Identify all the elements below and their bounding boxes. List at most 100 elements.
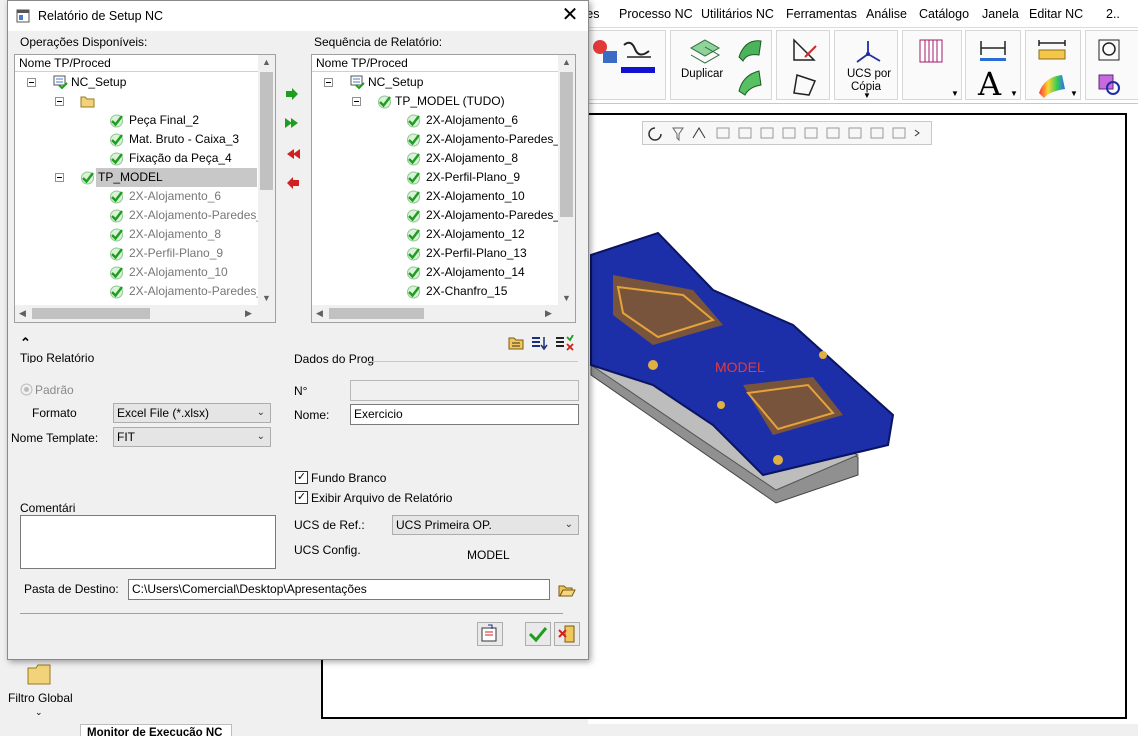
template-select[interactable]: FIT ⌄ — [113, 427, 271, 447]
hatch-icon[interactable] — [917, 37, 945, 65]
tree-item[interactable] — [15, 92, 259, 111]
chevron-down-icon[interactable]: ▼ — [1010, 89, 1018, 98]
available-operations-tree[interactable]: Nome TP/Proced NC_Setup Peça Final_2 Mat. … — [14, 54, 276, 323]
add-one-arrow-icon[interactable] — [285, 88, 299, 100]
vertical-scrollbar[interactable]: ▲ ▼ — [258, 55, 275, 307]
tree-item[interactable]: 2X-Alojamento_10 — [312, 187, 556, 206]
execution-monitor-tab[interactable]: Monitor de Execução NC — [80, 724, 232, 736]
remove-one-arrow-icon[interactable] — [286, 177, 300, 189]
collapse-toggle[interactable] — [55, 97, 64, 106]
standard-radio[interactable] — [20, 383, 33, 396]
tree-item[interactable]: 2X-Alojamento_12 — [312, 225, 556, 244]
chevron-down-icon[interactable]: ▼ — [951, 89, 959, 98]
tree-item[interactable]: 2X-Alojamento_14 — [312, 263, 556, 282]
open-folder-icon[interactable] — [558, 583, 576, 598]
collapse-toggle[interactable] — [55, 173, 64, 182]
tree-item[interactable]: 2X-Alojamento_10 — [15, 263, 259, 282]
zoom-box-icon[interactable] — [1096, 37, 1124, 63]
close-icon[interactable]: ✕ — [558, 3, 582, 27]
chevron-down-icon[interactable]: ⌄ — [35, 707, 43, 718]
surface-analysis-icon[interactable] — [1036, 71, 1068, 99]
add-all-arrow-icon[interactable] — [285, 117, 301, 129]
white-background-checkbox[interactable]: ✓ — [295, 471, 308, 484]
surface-green-icon[interactable] — [735, 35, 765, 63]
sweep-icon[interactable] — [621, 37, 655, 75]
tree-item[interactable]: 2X-Alojamento_8 — [312, 149, 556, 168]
tree-item[interactable]: Fixação da Peça_4 — [15, 149, 259, 168]
inspect-part-icon[interactable] — [1096, 71, 1124, 99]
tree-item[interactable]: 2X-Alojamento-Paredes_7 — [15, 206, 270, 225]
tree-item[interactable]: TP_MODEL — [15, 168, 259, 187]
cancel-button[interactable] — [554, 622, 580, 646]
menu-item-ferramentas[interactable]: Ferramentas — [786, 7, 857, 21]
surface-green2-icon[interactable] — [735, 67, 765, 97]
global-filter-label[interactable]: Filtro Global — [8, 691, 73, 705]
folder-tree-icon[interactable] — [508, 335, 526, 351]
tree-item[interactable]: NC_Setup — [312, 73, 556, 92]
tree-item[interactable]: 2X-Perfil-Plano_9 — [312, 168, 556, 187]
sort-down-icon[interactable] — [530, 335, 548, 351]
chevron-down-icon[interactable]: ▼ — [863, 91, 871, 100]
column-header[interactable]: Nome TP/Proced — [312, 55, 559, 72]
chevron-down-icon[interactable]: ▼ — [1070, 89, 1078, 98]
ucs-axes-icon[interactable] — [853, 37, 883, 67]
export-report-button[interactable] — [477, 622, 503, 646]
tree-item[interactable]: 2X-Alojamento_8 — [15, 225, 259, 244]
view-toolbar-icons[interactable] — [643, 122, 933, 144]
name-field[interactable]: Exercicio — [350, 404, 579, 425]
menu-item-processo-nc[interactable]: Processo NC — [619, 7, 693, 21]
tree-item[interactable]: Peça Final_2 — [15, 111, 259, 130]
remove-all-arrow-icon[interactable] — [285, 148, 301, 160]
duplicate-icon[interactable] — [689, 37, 721, 65]
text-icon[interactable]: A — [978, 65, 1001, 103]
ribbon-group-inspect — [1085, 30, 1138, 100]
column-header[interactable]: Nome TP/Proced — [15, 55, 259, 72]
collapse-toggle[interactable] — [324, 78, 333, 87]
destination-folder-field[interactable]: C:\Users\Comercial\Desktop\Apresentações — [128, 579, 550, 600]
comment-field[interactable] — [20, 515, 276, 569]
menu-item-catalogo[interactable]: Catálogo — [919, 7, 969, 21]
global-filter-icon[interactable] — [26, 662, 52, 686]
tree-item[interactable]: 2X-Perfil-Plano_13 — [312, 244, 556, 263]
tree-item[interactable]: 2X-Alojamento-Paredes_7 — [312, 130, 567, 149]
check-icon — [407, 285, 420, 299]
horizontal-scrollbar[interactable]: ◀ ▶ — [15, 305, 275, 322]
ucs-copy-label-1[interactable]: UCS por — [847, 68, 891, 80]
shapes-icon[interactable] — [591, 37, 621, 69]
ruler-pencil-icon[interactable] — [791, 37, 819, 63]
collapse-chevron-icon[interactable]: ⌃ — [20, 335, 31, 351]
horizontal-scrollbar[interactable]: ◀ ▶ — [312, 305, 575, 322]
check-icon — [110, 133, 123, 147]
ribbon-group-sketch — [776, 30, 830, 100]
menu-item-analise[interactable]: Análise — [866, 7, 907, 21]
tree-item[interactable]: 2X-Perfil-Plano_9 — [15, 244, 259, 263]
tree-item-label: 2X-Alojamento_12 — [426, 227, 525, 241]
number-field[interactable] — [350, 380, 579, 401]
clear-list-icon[interactable] — [554, 335, 574, 351]
ok-button[interactable] — [525, 622, 551, 646]
measure-icon[interactable] — [1036, 37, 1068, 63]
polyline-icon[interactable] — [791, 69, 819, 97]
menu-item-editar-nc[interactable]: Editar NC — [1029, 7, 1083, 21]
tree-item[interactable]: Mat. Bruto - Caixa_3 — [15, 130, 259, 149]
vertical-scrollbar[interactable]: ▲ ▼ — [558, 55, 575, 307]
ucs-ref-select[interactable]: UCS Primeira OP. ⌄ — [392, 515, 579, 535]
tree-item-label: Peça Final_2 — [129, 113, 200, 127]
tree-item[interactable]: 2X-Alojamento_6 — [312, 111, 556, 130]
menu-item-janela[interactable]: Janela — [982, 7, 1019, 21]
tree-item[interactable]: 2X-Chanfro_15 — [312, 282, 556, 301]
collapse-toggle[interactable] — [352, 97, 361, 106]
tree-item[interactable]: 2X-Alojamento-Paredes_11 — [312, 206, 573, 225]
menu-item-utilitarios-nc[interactable]: Utilitários NC — [701, 7, 774, 21]
tree-item[interactable]: 2X-Alojamento-Paredes_11 — [15, 282, 275, 301]
duplicate-label[interactable]: Duplicar — [681, 68, 723, 80]
tree-item[interactable]: NC_Setup — [15, 73, 259, 92]
dimension-icon[interactable] — [978, 37, 1008, 63]
format-select[interactable]: Excel File (*.xlsx) ⌄ — [113, 403, 271, 423]
menu-item-more[interactable]: 2.. — [1106, 7, 1120, 21]
collapse-toggle[interactable] — [27, 78, 36, 87]
report-sequence-tree[interactable]: Nome TP/Proced NC_Setup TP_MODEL (TUDO) 2X… — [311, 54, 576, 323]
tree-item[interactable]: TP_MODEL (TUDO) — [312, 92, 556, 111]
show-report-file-checkbox[interactable]: ✓ — [295, 491, 308, 504]
tree-item[interactable]: 2X-Alojamento_6 — [15, 187, 259, 206]
